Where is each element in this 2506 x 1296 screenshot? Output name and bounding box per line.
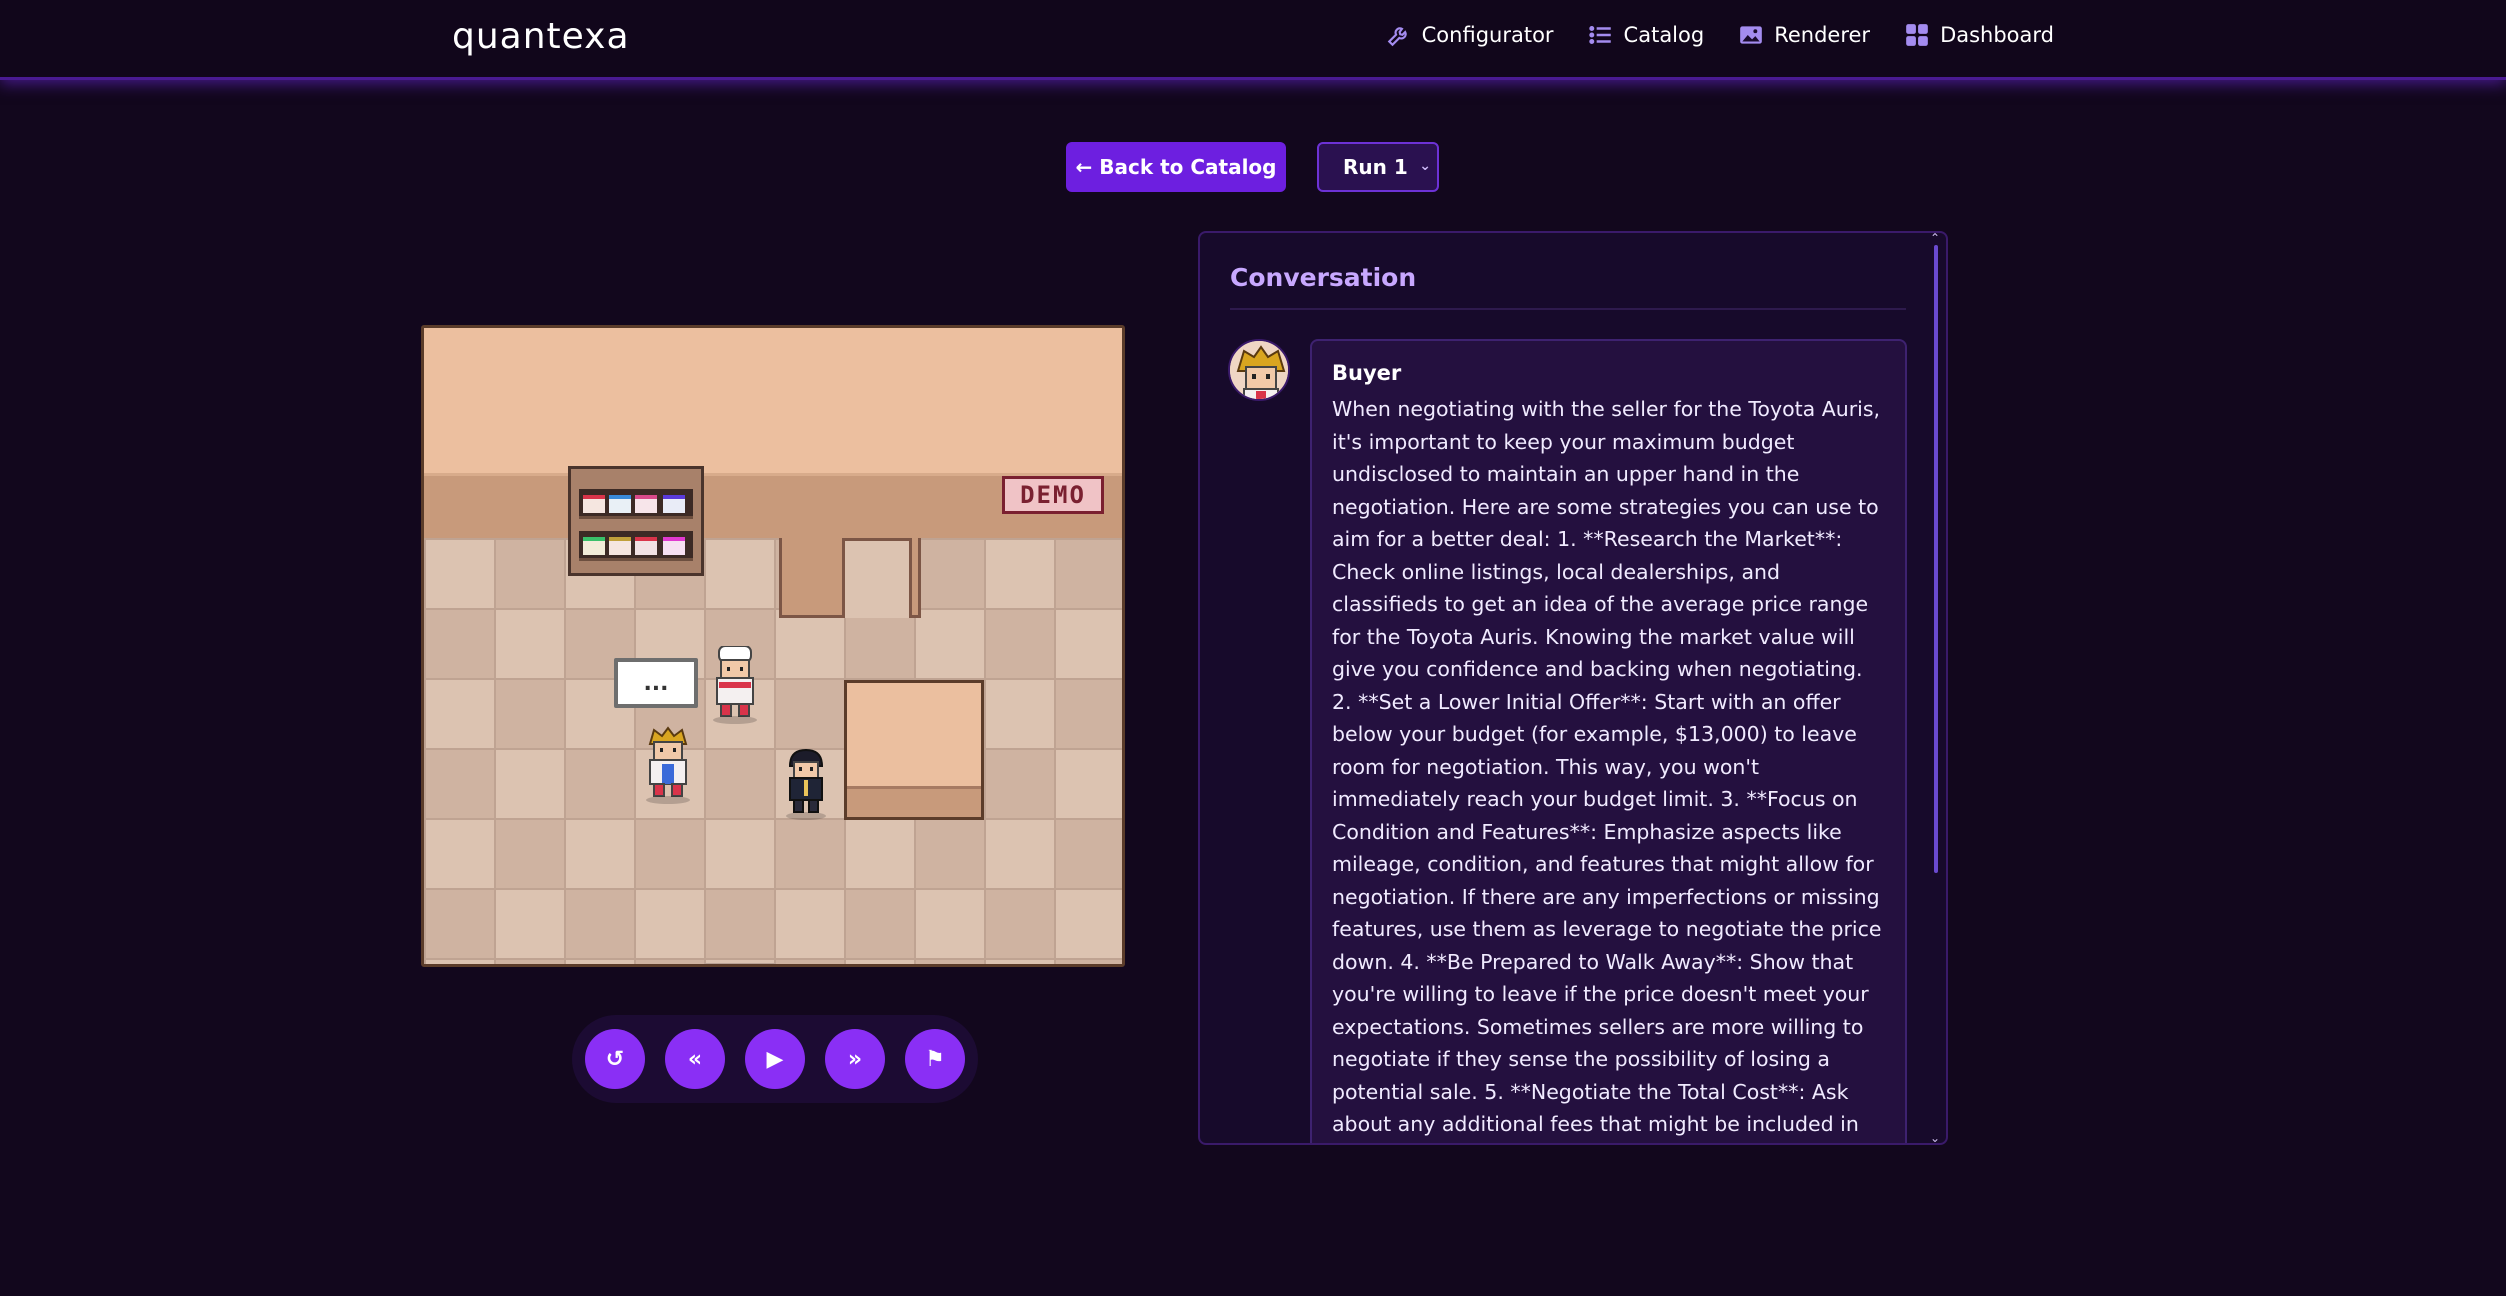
conversation-panel[interactable]: Conversation Buyer When negotiating with… — [1198, 231, 1948, 1145]
run-select[interactable]: Run 1 ⌄ — [1317, 142, 1439, 192]
chef-npc-sprite — [713, 646, 757, 724]
divider — [1230, 308, 1906, 310]
play-button[interactable]: ▶ — [745, 1029, 805, 1089]
wrench-icon — [1387, 27, 1407, 47]
back-to-catalog-button[interactable]: ← Back to Catalog — [1066, 142, 1286, 192]
book — [663, 537, 685, 555]
playback-controls: ↺ « ▶ » ⚑ — [572, 1015, 978, 1103]
nav-configurator[interactable]: Configurator — [1386, 22, 1554, 48]
scrollbar-thumb[interactable] — [1934, 245, 1938, 873]
book — [609, 495, 631, 513]
bookshelf — [568, 466, 704, 576]
door-mat — [704, 963, 776, 964]
next-step-button[interactable]: » — [825, 1029, 885, 1089]
buyer-avatar-icon — [1230, 341, 1288, 399]
conversation-title: Conversation — [1230, 263, 1417, 292]
game-view[interactable]: DEMO ... — [421, 325, 1125, 967]
book — [663, 495, 685, 513]
run-select-value: Run 1 — [1343, 155, 1408, 179]
nav-renderer-label: Renderer — [1774, 23, 1871, 47]
chevron-down-icon: ⌄ — [1419, 158, 1431, 174]
back-door — [842, 538, 912, 618]
seller-npc-sprite — [786, 748, 826, 820]
buyer-avatar — [1228, 339, 1290, 401]
image-icon — [1740, 26, 1763, 44]
book — [635, 495, 657, 513]
buyer-player-sprite — [646, 726, 690, 804]
nav-dashboard[interactable]: Dashboard — [1904, 22, 2054, 48]
message-text: When negotiating with the seller for the… — [1332, 397, 1882, 1136]
counter-table — [844, 680, 984, 820]
book — [635, 537, 657, 555]
message-author: Buyer — [1332, 361, 1402, 385]
book — [583, 537, 605, 555]
nav-renderer[interactable]: Renderer — [1738, 22, 1870, 48]
demo-sign: DEMO — [1002, 476, 1104, 514]
speech-bubble: ... — [614, 658, 698, 708]
book — [583, 495, 605, 513]
floor-grid — [424, 538, 1122, 964]
logo[interactable]: quantexa — [452, 16, 630, 57]
nav-catalog[interactable]: Catalog — [1588, 22, 1705, 48]
book — [609, 537, 631, 555]
dashboard-icon — [1906, 24, 1928, 46]
scroll-up-icon[interactable]: ⌃ — [1930, 233, 1940, 245]
restart-button[interactable]: ↺ — [585, 1029, 645, 1089]
message-bubble: Buyer When negotiating with the seller f… — [1310, 339, 1907, 1143]
nav-catalog-label: Catalog — [1623, 23, 1705, 47]
nav-dashboard-label: Dashboard — [1940, 23, 2054, 47]
shelf-row — [579, 489, 693, 519]
list-icon — [1588, 26, 1611, 44]
scroll-down-icon[interactable]: ⌄ — [1930, 1131, 1940, 1143]
top-navbar: quantexa Configurator Catalog Renderer D… — [0, 0, 2506, 80]
nav-configurator-label: Configurator — [1421, 23, 1554, 47]
previous-step-button[interactable]: « — [665, 1029, 725, 1089]
main-nav: Configurator Catalog Renderer Dashboard — [1386, 22, 2054, 48]
jump-to-end-button[interactable]: ⚑ — [905, 1029, 965, 1089]
shelf-row — [579, 531, 693, 561]
